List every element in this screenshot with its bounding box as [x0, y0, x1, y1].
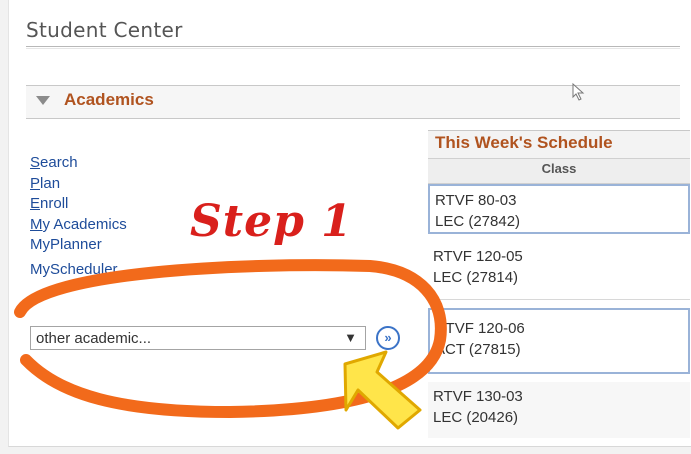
- pointer-arrow-icon: [343, 350, 422, 430]
- annotation-overlay: [14, 259, 447, 430]
